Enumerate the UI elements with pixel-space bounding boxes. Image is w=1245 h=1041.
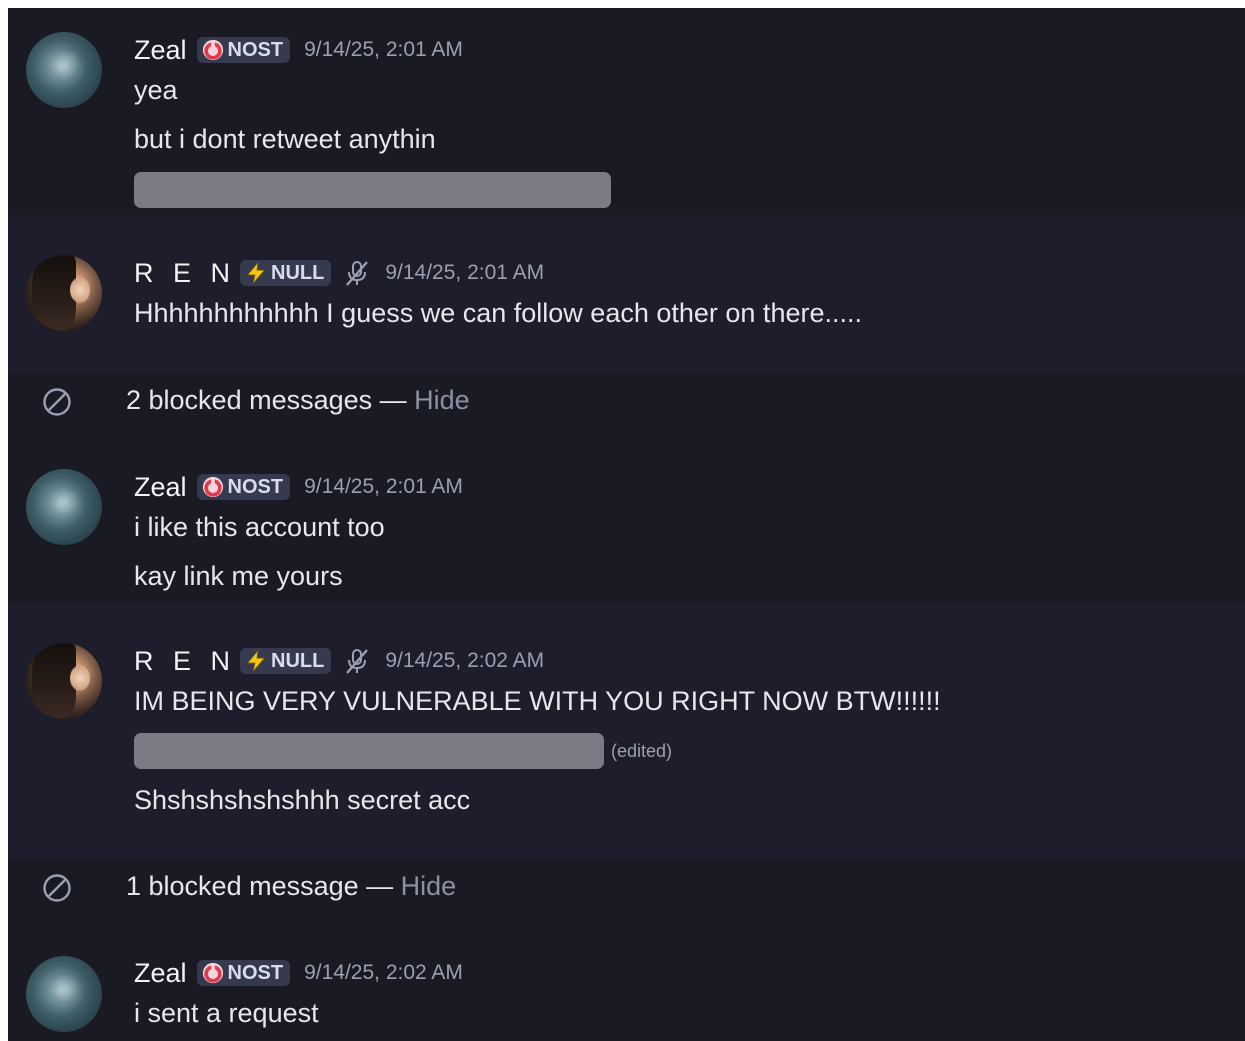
blocked-count: 1 blocked message — [126, 871, 401, 901]
message-header: Zeal NOST 9/14/25, 2:01 AM [134, 33, 463, 67]
message-text: i like this account too [134, 512, 385, 542]
lightning-icon [246, 650, 266, 672]
guild-tag[interactable]: NOST [196, 37, 291, 63]
guild-tag-label: NULL [271, 649, 325, 672]
nost-ring-icon [202, 962, 223, 984]
guild-tag[interactable]: NULL [240, 260, 332, 286]
message-text: Shshshshshshhh secret acc [134, 785, 471, 815]
timestamp[interactable]: 9/14/25, 2:02 AM [385, 649, 544, 673]
guild-tag-label: NOST [227, 38, 284, 61]
username[interactable]: Zeal [134, 35, 187, 66]
guild-tag-label: NULL [271, 261, 325, 284]
avatar[interactable] [26, 255, 102, 331]
blocked-messages-row: 2 blocked messages — Hide [8, 372, 1245, 432]
blocked-icon [43, 874, 71, 902]
message-header: R E N NULL 9/14/25, 2:01 AM [134, 256, 544, 290]
message-text: but i dont retweet anythin [134, 124, 436, 154]
username[interactable]: Zeal [134, 472, 187, 503]
chat-message-list: Zeal NOST 9/14/25, 2:01 AM yea but i don… [8, 8, 1245, 1041]
message-text: Hhhhhhhhhhhh I guess we can follow each … [134, 298, 862, 328]
avatar[interactable] [26, 956, 102, 1032]
guild-tag[interactable]: NOST [196, 474, 291, 500]
timestamp[interactable]: 9/14/25, 2:01 AM [385, 261, 544, 285]
blocked-messages-label: 1 blocked message — Hide [126, 871, 456, 902]
message-header: Zeal NOST 9/14/25, 2:01 AM [134, 470, 463, 504]
muted-mic-icon [346, 649, 369, 674]
hidden-spoiler[interactable] [134, 733, 604, 769]
guild-tag[interactable]: NOST [196, 960, 291, 986]
nost-ring-icon [202, 39, 223, 61]
avatar[interactable] [26, 32, 102, 108]
guild-tag-label: NOST [227, 475, 284, 498]
hide-blocked-button[interactable]: Hide [401, 871, 457, 901]
timestamp[interactable]: 9/14/25, 2:02 AM [304, 961, 463, 985]
message-header: R E N NULL 9/14/25, 2:02 AM [134, 644, 544, 678]
username[interactable]: Zeal [134, 958, 187, 989]
lightning-icon [246, 262, 266, 284]
message-text: yea [134, 75, 178, 105]
avatar[interactable] [26, 643, 102, 719]
message-text: IM BEING VERY VULNERABLE WITH YOU RIGHT … [134, 686, 941, 716]
message-group: R E N NULL 9/14/25, 2:01 AM Hhhhhhhhhhhh… [8, 215, 1245, 373]
message-group: Zeal NOST 9/14/25, 2:01 AM yea but i don… [8, 8, 1245, 215]
message-group: Zeal NOST 9/14/25, 2:01 AM i like this a… [8, 444, 1245, 603]
message-group: R E N NULL 9/14/25, 2:02 AM IM BEING VER… [8, 603, 1245, 859]
nost-ring-icon [202, 476, 223, 498]
timestamp[interactable]: 9/14/25, 2:01 AM [304, 475, 463, 499]
message-text: i sent a request [134, 998, 319, 1028]
username[interactable]: R E N [134, 646, 236, 677]
username[interactable]: R E N [134, 258, 236, 289]
blocked-messages-label: 2 blocked messages — Hide [126, 385, 470, 416]
timestamp[interactable]: 9/14/25, 2:01 AM [304, 38, 463, 62]
guild-tag-label: NOST [227, 961, 284, 984]
muted-mic-icon [346, 261, 369, 286]
edited-label: (edited) [611, 741, 673, 761]
hide-blocked-button[interactable]: Hide [414, 385, 470, 415]
message-group: Zeal NOST 9/14/25, 2:02 AM i sent a requ… [8, 930, 1245, 1041]
hidden-spoiler[interactable] [134, 172, 611, 208]
blocked-messages-row: 1 blocked message — Hide [8, 858, 1245, 918]
message-text: kay link me yours [134, 561, 343, 591]
blocked-count: 2 blocked messages — [126, 385, 415, 415]
avatar[interactable] [26, 469, 102, 545]
guild-tag[interactable]: NULL [240, 648, 332, 674]
blocked-icon [43, 388, 71, 416]
message-header: Zeal NOST 9/14/25, 2:02 AM [134, 956, 463, 990]
